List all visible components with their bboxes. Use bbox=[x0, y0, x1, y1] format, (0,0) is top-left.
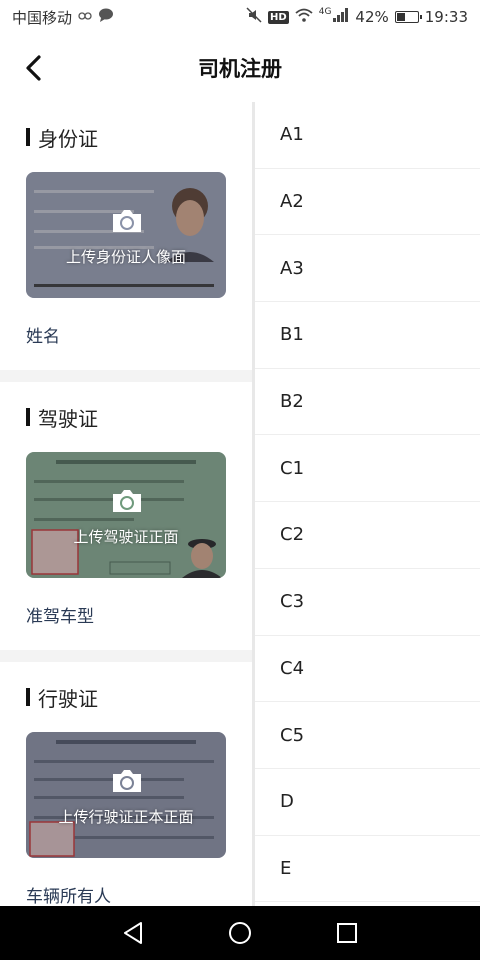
camera-icon bbox=[113, 210, 141, 232]
id-card-upload[interactable]: 上传身份证人像面 bbox=[26, 172, 226, 298]
card-overlay bbox=[26, 452, 226, 578]
chevron-left-icon bbox=[26, 55, 41, 81]
license-class-option[interactable]: E bbox=[255, 836, 480, 903]
license-class-option[interactable]: C5 bbox=[255, 702, 480, 769]
nav-recents-button[interactable] bbox=[327, 913, 367, 953]
driver-license-upload[interactable]: 上传驾驶证正面 bbox=[26, 452, 226, 578]
section-accent-bar bbox=[26, 688, 30, 706]
page-title: 司机注册 bbox=[198, 57, 282, 81]
card-overlay bbox=[26, 172, 226, 298]
chat-icon bbox=[98, 8, 114, 26]
driver-license-section: 驾驶证 上传驾驶证正面 准驾车型 bbox=[0, 382, 252, 650]
license-class-option[interactable]: C1 bbox=[255, 435, 480, 503]
card-overlay bbox=[26, 732, 226, 858]
license-class-option[interactable]: D bbox=[255, 769, 480, 836]
system-nav-bar bbox=[0, 906, 480, 960]
vehicle-license-section: 行驶证 上传行驶证正本正面 车辆所有人 bbox=[0, 662, 252, 906]
document-upload-panel: 身份证 上传身份证人像面 姓名 驾驶证 上传驾驶证正面 准驾车型 行驶证 上传行… bbox=[0, 102, 252, 906]
notification-icon bbox=[78, 8, 92, 26]
circle-home-icon bbox=[228, 922, 251, 944]
license-class-option[interactable]: C4 bbox=[255, 636, 480, 703]
license-class-option[interactable]: C3 bbox=[255, 569, 480, 636]
battery-percent: 42% bbox=[355, 8, 389, 26]
license-class-option[interactable]: B1 bbox=[255, 302, 480, 369]
license-class-option[interactable]: A2 bbox=[255, 169, 480, 236]
section-gap bbox=[0, 650, 252, 662]
battery-icon bbox=[394, 11, 422, 23]
license-class-option[interactable]: A1 bbox=[255, 102, 480, 169]
vehicle-license-upload[interactable]: 上传行驶证正本正面 bbox=[26, 732, 226, 858]
nav-back-button[interactable] bbox=[113, 913, 153, 953]
section-accent-bar bbox=[26, 128, 30, 146]
section-accent-bar bbox=[26, 408, 30, 426]
section-title: 驾驶证 bbox=[38, 406, 98, 431]
status-bar: 中国移动 HD 4G 42% 19:33 bbox=[0, 0, 480, 34]
license-class-picker: A1 A2 A3 B1 B2 C1 C2 C3 C4 C5 D E bbox=[255, 102, 480, 906]
section-title: 行驶证 bbox=[38, 686, 98, 711]
section-title: 身份证 bbox=[38, 126, 98, 151]
section-header: 身份证 bbox=[26, 102, 226, 172]
vehicle-owner-field-label[interactable]: 车辆所有人 bbox=[26, 858, 226, 907]
id-card-section: 身份证 上传身份证人像面 姓名 bbox=[0, 102, 252, 370]
license-class-option[interactable]: B2 bbox=[255, 369, 480, 436]
license-class-field-label[interactable]: 准驾车型 bbox=[26, 578, 226, 650]
camera-icon bbox=[113, 770, 141, 792]
square-recents-icon bbox=[336, 923, 357, 943]
wifi-icon bbox=[295, 8, 313, 26]
license-class-option[interactable]: A3 bbox=[255, 235, 480, 303]
section-header: 行驶证 bbox=[26, 662, 226, 732]
name-field-label[interactable]: 姓名 bbox=[26, 298, 226, 370]
upload-caption: 上传行驶证正本正面 bbox=[58, 808, 194, 826]
network-type: 4G bbox=[318, 7, 332, 17]
signal-icon bbox=[333, 8, 349, 26]
nav-home-button[interactable] bbox=[220, 913, 260, 953]
section-header: 驾驶证 bbox=[26, 382, 226, 452]
upload-caption: 上传身份证人像面 bbox=[65, 248, 186, 266]
carrier-label: 中国移动 bbox=[12, 8, 73, 27]
back-button[interactable] bbox=[18, 52, 50, 84]
triangle-back-icon bbox=[124, 922, 143, 944]
hd-badge: HD bbox=[268, 10, 289, 24]
clock: 19:33 bbox=[424, 8, 468, 26]
section-gap bbox=[0, 370, 252, 382]
upload-caption: 上传驾驶证正面 bbox=[73, 528, 179, 546]
app-header: 司机注册 bbox=[0, 34, 480, 102]
camera-icon bbox=[113, 490, 141, 512]
mute-icon bbox=[246, 7, 262, 27]
license-class-option[interactable]: C2 bbox=[255, 502, 480, 569]
